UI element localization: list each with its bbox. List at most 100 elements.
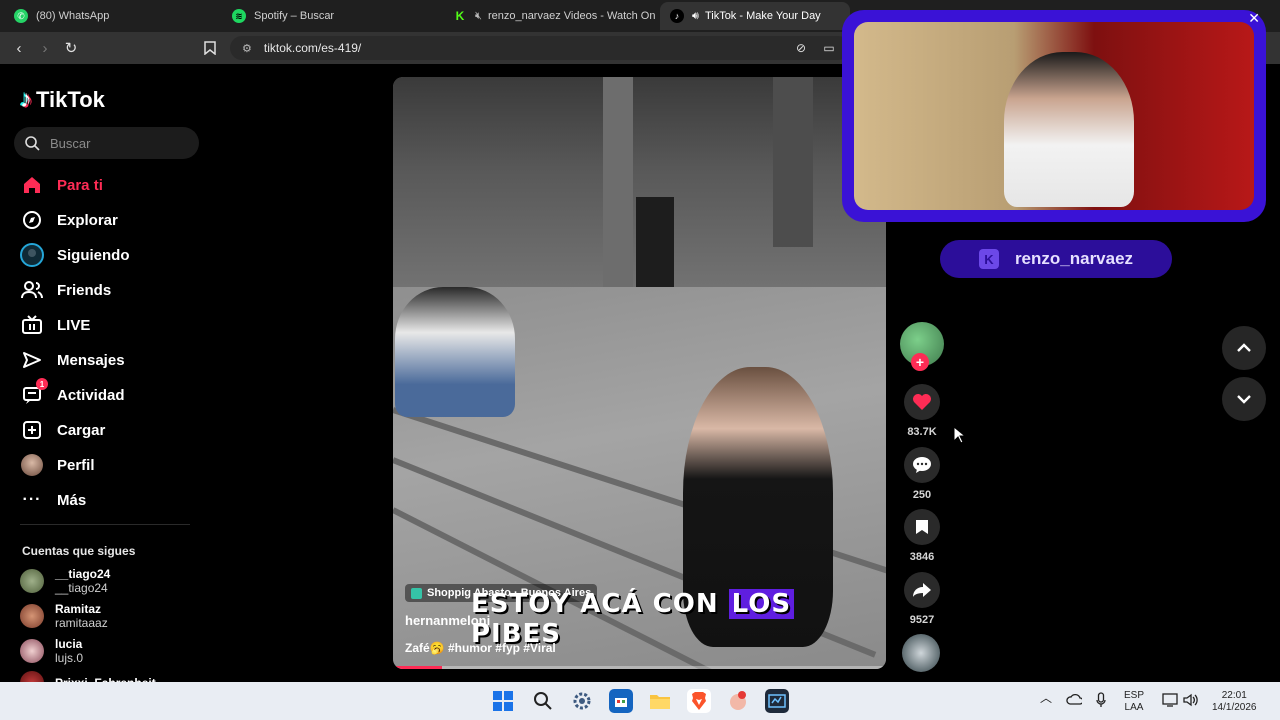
kick-icon: K [978, 249, 999, 269]
like-button[interactable]: 83.7K [900, 384, 944, 438]
follow-plus-icon[interactable]: + [911, 353, 929, 371]
webcam-feed [854, 22, 1254, 210]
account-avatar [20, 604, 44, 628]
streamer-figure [1004, 52, 1134, 207]
channel-name: renzo_narvaez [1014, 249, 1134, 268]
account-username: __tiago24 [55, 581, 108, 595]
forward-icon[interactable]: › [32, 35, 58, 61]
nav-label: Más [57, 491, 87, 509]
tab-whatsapp[interactable]: ✆ (80) WhatsApp [4, 2, 224, 30]
back-icon[interactable]: ‹ [6, 35, 32, 61]
nav-live[interactable]: LIVE [20, 311, 90, 339]
nav-label: Siguiendo [57, 246, 130, 264]
notification-badge: 1 [36, 378, 48, 390]
video-description: Zafé🥱 #humor #fyp #Viral [405, 641, 556, 655]
search-input[interactable] [50, 135, 190, 151]
nav-label: Mensajes [57, 351, 125, 369]
following-item[interactable]: lucia lujs.0 [20, 637, 83, 665]
heart-icon [913, 394, 931, 410]
app-icon[interactable] [726, 689, 750, 713]
account-username: ramitaaaz [55, 616, 108, 630]
clock[interactable]: 22:01 14/1/2026 [1212, 690, 1257, 714]
friends-icon [20, 278, 44, 302]
location-pin-icon [411, 587, 422, 599]
following-section-title: Cuentas que sigues [22, 544, 136, 558]
share-icon [913, 583, 931, 597]
brave-browser-icon[interactable] [687, 689, 711, 713]
scene-pillar [603, 77, 633, 287]
reload-icon[interactable]: ↻ [58, 35, 84, 61]
video-player[interactable]: Shoppig Abasto · Buenos Aires ESTOY ACÁ … [393, 77, 886, 669]
more-icon: ··· [22, 491, 42, 508]
previous-video-button[interactable] [1222, 326, 1266, 370]
tab-kick[interactable]: K 🔇︎ renzo_narvaez Videos - Watch On [443, 2, 655, 30]
tiktok-logo[interactable]: ♪ TikTok [20, 86, 105, 114]
network-icon[interactable] [1162, 693, 1178, 711]
cast-icon[interactable]: ▭ [816, 35, 842, 61]
settings-gear-icon[interactable] [570, 689, 594, 713]
following-item[interactable]: Ramitaz ramitaaaz [20, 602, 108, 630]
live-icon [20, 313, 44, 337]
tab-spotify[interactable]: ≋ Spotify – Buscar [222, 2, 438, 30]
kick-channel-badge: K renzo_narvaez [940, 240, 1172, 278]
next-video-button[interactable] [1222, 377, 1266, 421]
scene-trashcan [636, 197, 674, 287]
language-indicator[interactable]: ESP LAA [1124, 690, 1144, 714]
following-item[interactable]: __tiago24 __tiago24 [20, 567, 110, 595]
show-hidden-icons-chevron-icon[interactable]: ︿ [1040, 692, 1052, 704]
tab-label: Spotify – Buscar [254, 10, 335, 22]
nav-label: Actividad [57, 386, 125, 404]
no-camera-icon[interactable]: ⊘ [788, 35, 814, 61]
site-settings-icon[interactable]: ⚙ [242, 42, 252, 55]
account-avatar [20, 569, 44, 593]
bookmark-icon[interactable] [197, 35, 223, 61]
nav-label: Explorar [57, 211, 118, 229]
video-progress-bar[interactable] [393, 666, 886, 669]
inbox-icon: 1 [20, 378, 48, 407]
address-bar[interactable]: ⚙ tiktok.com/es-419/ [230, 36, 850, 60]
video-author[interactable]: hernanmeloni [405, 613, 490, 628]
music-disc-icon[interactable] [902, 634, 940, 672]
search-box[interactable] [14, 127, 199, 159]
keyboard-layout: LAA [1124, 702, 1144, 713]
nav-perfil[interactable]: Perfil [20, 451, 95, 479]
share-button[interactable]: 9527 [900, 572, 944, 626]
tab-label: (80) WhatsApp [36, 10, 110, 22]
compass-icon [20, 208, 44, 232]
nav-label: LIVE [57, 316, 91, 334]
save-button[interactable]: 3846 [900, 509, 944, 563]
nav-friends[interactable]: Friends [20, 276, 111, 304]
search-icon[interactable] [531, 689, 555, 713]
tab-label: TikTok - Make Your Day [704, 10, 821, 22]
tab-tiktok[interactable]: ♪ 🔊︎ TikTok - Make Your Day [660, 2, 850, 30]
close-icon[interactable]: ✕ [1248, 10, 1260, 27]
microphone-icon[interactable] [1096, 692, 1106, 712]
nav-actividad[interactable]: 1 Actividad [20, 378, 125, 409]
upload-icon [20, 418, 44, 442]
mouse-cursor-icon [953, 426, 965, 444]
store-icon[interactable] [609, 689, 633, 713]
following-icon [20, 243, 44, 267]
speaker-icon: 🔊︎ [692, 9, 699, 22]
nav-siguiendo[interactable]: Siguiendo [20, 241, 130, 269]
subtitle-highlight: LOS [728, 589, 795, 619]
onedrive-icon[interactable] [1066, 693, 1084, 709]
nav-mensajes[interactable]: Mensajes [20, 346, 125, 374]
comment-button[interactable]: 250 [900, 447, 944, 501]
nav-cargar[interactable]: Cargar [20, 416, 105, 444]
file-explorer-icon[interactable] [648, 689, 672, 713]
nav-mas[interactable]: ··· Más [20, 486, 87, 514]
profile-avatar [20, 453, 44, 477]
chevron-down-icon [1237, 395, 1251, 404]
windows-start-icon[interactable] [491, 689, 515, 713]
scene-person [395, 287, 515, 417]
nav-label: Perfil [57, 456, 95, 474]
account-avatar [20, 639, 44, 663]
nav-explorar[interactable]: Explorar [20, 206, 118, 234]
nav-para-ti[interactable]: Para ti [20, 171, 103, 199]
streaming-app-icon[interactable] [765, 689, 789, 713]
volume-icon[interactable] [1183, 693, 1199, 711]
scene-pillar [773, 77, 813, 247]
language-code: ESP [1124, 690, 1145, 701]
tiktok-sidebar: ♪ TikTok Para ti Explorar Siguiendo Frie… [0, 64, 210, 695]
